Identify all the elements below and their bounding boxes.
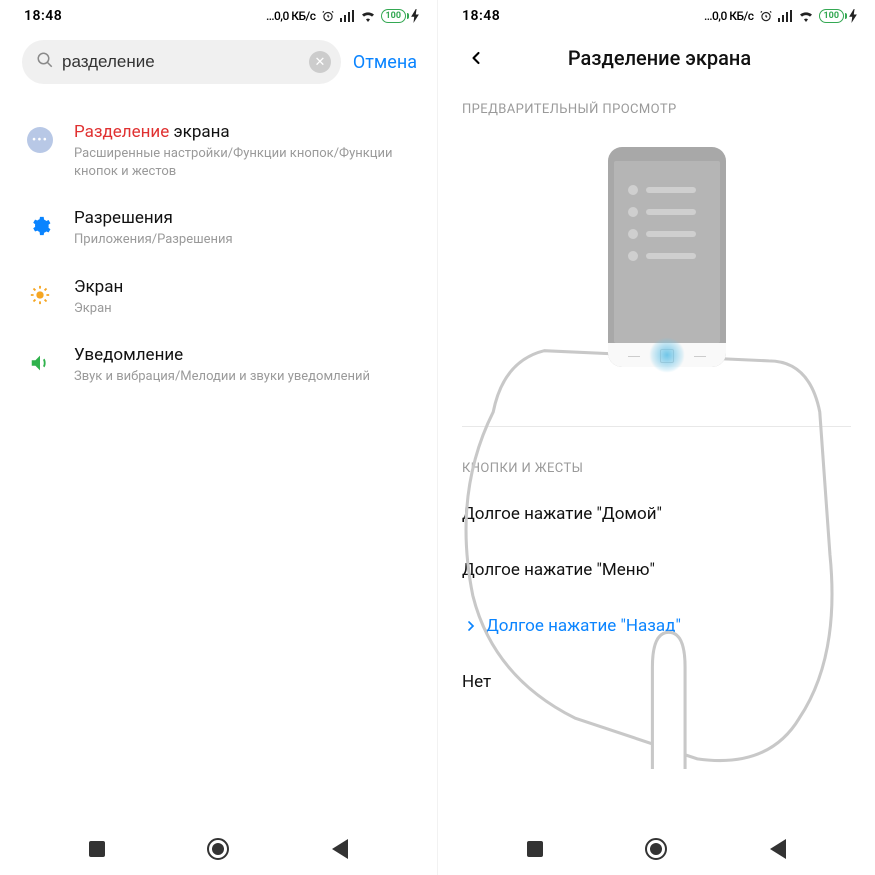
result-subtitle: Приложения/Разрешения — [74, 231, 417, 249]
alarm-icon — [759, 9, 773, 23]
option-long-press-menu[interactable]: Долгое нажатие "Меню" — [462, 542, 851, 598]
option-label: Нет — [462, 672, 851, 692]
nav-back-button[interactable] — [328, 837, 352, 861]
status-bar: 18:48 …0,0 КБ/с 100 — [438, 0, 875, 30]
search-input[interactable] — [62, 52, 309, 72]
charging-icon — [849, 9, 857, 23]
result-title: Разрешения — [74, 208, 417, 228]
nav-back-button[interactable] — [766, 837, 790, 861]
navigation-bar — [438, 827, 875, 875]
option-long-press-home[interactable]: Долгое нажатие "Домой" — [462, 486, 851, 542]
more-icon: ••• — [27, 127, 53, 153]
status-speed: 0,0 КБ/с — [274, 9, 316, 23]
charging-icon — [411, 9, 419, 23]
result-rest: экрана — [169, 122, 229, 142]
sun-icon — [29, 284, 51, 306]
status-indicators: …0,0 КБ/с 100 — [266, 9, 419, 23]
check-icon — [462, 617, 480, 635]
battery-icon: 100 — [819, 9, 845, 23]
result-title: Уведомление — [74, 345, 417, 365]
status-speed: 0,0 КБ/с — [712, 9, 754, 23]
touch-indicator-icon — [649, 337, 685, 373]
status-time: 18:48 — [24, 8, 62, 24]
status-time: 18:48 — [462, 8, 500, 24]
result-title: Экран — [74, 277, 417, 297]
result-subtitle: Расширенные настройки/Функции кнопок/Фун… — [74, 145, 417, 180]
search-result-notification[interactable]: Уведомление Звук и вибрация/Мелодии и зв… — [22, 331, 417, 400]
option-label: Долгое нажатие "Меню" — [462, 560, 851, 580]
signal-icon — [778, 10, 793, 22]
gestures-section-label: КНОПКИ И ЖЕСТЫ — [438, 443, 875, 486]
status-indicators: …0,0 КБ/с 100 — [704, 9, 857, 23]
option-long-press-back[interactable]: Долгое нажатие "Назад" — [462, 598, 851, 654]
search-result-permissions[interactable]: Разрешения Приложения/Разрешения — [22, 194, 417, 263]
alarm-icon — [321, 9, 335, 23]
volume-icon — [29, 352, 51, 374]
search-result-screen[interactable]: Экран Экран — [22, 263, 417, 332]
result-subtitle: Экран — [74, 300, 417, 318]
status-bar: 18:48 …0,0 КБ/с 100 — [0, 0, 437, 30]
search-result-split-screen[interactable]: ••• Разделение экрана Расширенные настро… — [22, 108, 417, 194]
option-none[interactable]: Нет — [462, 654, 851, 710]
wifi-icon — [360, 10, 376, 22]
search-icon — [36, 51, 54, 73]
gear-icon — [29, 215, 51, 237]
page-title: Разделение экрана — [460, 46, 859, 70]
result-title: Разделение экрана — [74, 122, 417, 142]
preview-section-label: ПРЕДВАРИТЕЛЬНЫЙ ПРОСМОТР — [438, 84, 875, 127]
search-box[interactable]: ✕ — [22, 40, 341, 84]
option-label: Долгое нажатие "Назад" — [486, 616, 851, 636]
nav-recents-button[interactable] — [523, 837, 547, 861]
gesture-preview — [462, 127, 851, 427]
clear-search-button[interactable]: ✕ — [309, 51, 331, 73]
battery-icon: 100 — [381, 9, 407, 23]
wifi-icon — [798, 10, 814, 22]
signal-icon — [340, 10, 355, 22]
nav-home-button[interactable] — [206, 837, 230, 861]
nav-home-button[interactable] — [644, 837, 668, 861]
cancel-button[interactable]: Отмена — [349, 52, 421, 73]
navigation-bar — [0, 827, 437, 875]
result-subtitle: Звук и вибрация/Мелодии и звуки уведомле… — [74, 368, 417, 386]
option-label: Долгое нажатие "Домой" — [462, 504, 851, 524]
highlighted-text: Разделение — [74, 122, 169, 142]
nav-recents-button[interactable] — [85, 837, 109, 861]
